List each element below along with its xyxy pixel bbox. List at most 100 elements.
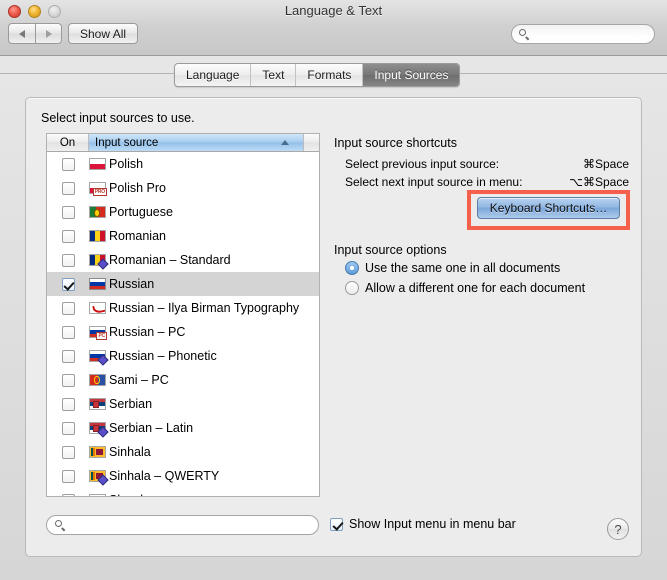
table-row[interactable]: Portuguese — [47, 200, 319, 224]
checkbox-icon[interactable] — [62, 422, 75, 435]
triangle-left-icon — [19, 30, 25, 38]
row-label: Slovak — [109, 493, 147, 497]
flag-icon — [89, 398, 106, 410]
row-label: Sinhala – QWERTY — [109, 469, 219, 483]
row-enable-cell — [47, 422, 89, 435]
shortcut-label: Select previous input source: — [345, 157, 499, 171]
row-enable-cell — [47, 398, 89, 411]
table-row[interactable]: Romanian — [47, 224, 319, 248]
table-row[interactable]: Slovak — [47, 488, 319, 497]
flag-icon — [89, 350, 106, 362]
table-search-field[interactable] — [46, 515, 319, 535]
tab-text[interactable]: Text — [251, 64, 296, 86]
checkbox-icon[interactable] — [62, 374, 75, 387]
toolbar-search-field[interactable] — [511, 24, 655, 44]
row-label: Russian – Phonetic — [109, 349, 217, 363]
radio-button-icon[interactable] — [345, 281, 359, 295]
radio-button-icon[interactable] — [345, 261, 359, 275]
tab-input-sources[interactable]: Input Sources — [363, 64, 459, 86]
keyboard-shortcuts-button[interactable]: Keyboard Shortcuts… — [477, 197, 620, 219]
row-enable-cell — [47, 302, 89, 315]
window-title: Language & Text — [0, 3, 667, 18]
row-source-cell: Sinhala – QWERTY — [89, 469, 319, 483]
checkbox-icon[interactable] — [62, 182, 75, 195]
table-row[interactable]: Russian — [47, 272, 319, 296]
row-enable-cell — [47, 350, 89, 363]
row-label: Polish Pro — [109, 181, 166, 195]
checkbox-icon[interactable] — [62, 494, 75, 498]
row-source-cell: Serbian – Latin — [89, 421, 319, 435]
checkbox-icon[interactable] — [62, 446, 75, 459]
checkbox-icon[interactable] — [62, 302, 75, 315]
table-row[interactable]: Russian – Ilya Birman Typography — [47, 296, 319, 320]
table-row[interactable]: PROPolish Pro — [47, 176, 319, 200]
flag-icon: PC — [89, 326, 106, 338]
shortcuts-group-title: Input source shortcuts — [334, 136, 457, 150]
row-enable-cell — [47, 374, 89, 387]
tab-bar: Language Text Formats Input Sources — [0, 56, 667, 90]
flag-icon — [89, 470, 106, 482]
checkbox-icon[interactable] — [62, 278, 75, 291]
row-source-cell: Romanian — [89, 229, 319, 243]
row-label: Russian – Ilya Birman Typography — [109, 301, 299, 315]
nav-segmented-control — [8, 23, 62, 44]
table-row[interactable]: PCRussian – PC — [47, 320, 319, 344]
row-label: Sinhala — [109, 445, 151, 459]
tab-formats[interactable]: Formats — [296, 64, 363, 86]
row-enable-cell — [47, 230, 89, 243]
options-group-title: Input source options — [334, 243, 447, 257]
input-sources-table: On Input source Polish PROPolish ProPortu… — [46, 133, 320, 497]
shortcut-label: Select next input source in menu: — [345, 175, 522, 189]
row-source-cell: Slovak — [89, 493, 319, 497]
shortcut-row-next: Select next input source in menu: ⌥⌘Spac… — [345, 175, 629, 189]
checkbox-icon[interactable] — [62, 398, 75, 411]
row-enable-cell — [47, 158, 89, 171]
table-row[interactable]: Romanian – Standard — [47, 248, 319, 272]
row-source-cell: Russian — [89, 277, 319, 291]
row-source-cell: Russian – Phonetic — [89, 349, 319, 363]
table-row[interactable]: Polish — [47, 152, 319, 176]
row-source-cell: Sinhala — [89, 445, 319, 459]
flag-icon — [89, 374, 106, 386]
back-button[interactable] — [8, 23, 35, 44]
search-icon — [519, 29, 530, 40]
radio-same-in-all-documents[interactable]: Use the same one in all documents — [345, 261, 560, 275]
row-source-cell: Polish — [89, 157, 319, 171]
checkbox-icon[interactable] — [330, 518, 343, 531]
checkbox-icon[interactable] — [62, 230, 75, 243]
table-row[interactable]: Russian – Phonetic — [47, 344, 319, 368]
checkbox-icon[interactable] — [62, 206, 75, 219]
table-row[interactable]: Sami – PC — [47, 368, 319, 392]
row-source-cell: Sami – PC — [89, 373, 319, 387]
checkbox-icon[interactable] — [62, 470, 75, 483]
help-button[interactable]: ? — [607, 518, 629, 540]
flag-icon — [89, 278, 106, 290]
table-row[interactable]: Serbian — [47, 392, 319, 416]
instruction-text: Select input sources to use. — [41, 111, 195, 125]
row-label: Russian – PC — [109, 325, 185, 339]
column-header-input-source[interactable]: Input source — [89, 134, 304, 151]
checkbox-icon[interactable] — [62, 350, 75, 363]
table-row[interactable]: Sinhala – QWERTY — [47, 464, 319, 488]
checkbox-icon[interactable] — [62, 254, 75, 267]
row-label: Serbian — [109, 397, 152, 411]
radio-different-per-document[interactable]: Allow a different one for each document — [345, 281, 585, 295]
flag-icon — [89, 158, 106, 170]
show-all-button[interactable]: Show All — [68, 23, 138, 44]
forward-button[interactable] — [35, 23, 62, 44]
preferences-window: Language & Text Show All Language Text F… — [0, 0, 667, 580]
table-row[interactable]: Serbian – Latin — [47, 416, 319, 440]
show-input-menu-checkbox[interactable]: Show Input menu in menu bar — [330, 517, 516, 531]
row-label: Romanian — [109, 229, 166, 243]
table-row[interactable]: Sinhala — [47, 440, 319, 464]
column-header-on[interactable]: On — [47, 134, 89, 151]
checkbox-icon[interactable] — [62, 158, 75, 171]
flag-icon — [89, 206, 106, 218]
tab-language[interactable]: Language — [175, 64, 251, 86]
flag-icon — [89, 230, 106, 242]
radio-label: Allow a different one for each document — [365, 281, 585, 295]
checkbox-icon[interactable] — [62, 326, 75, 339]
row-enable-cell — [47, 254, 89, 267]
show-input-menu-label: Show Input menu in menu bar — [349, 517, 516, 531]
row-source-cell: Romanian – Standard — [89, 253, 319, 267]
